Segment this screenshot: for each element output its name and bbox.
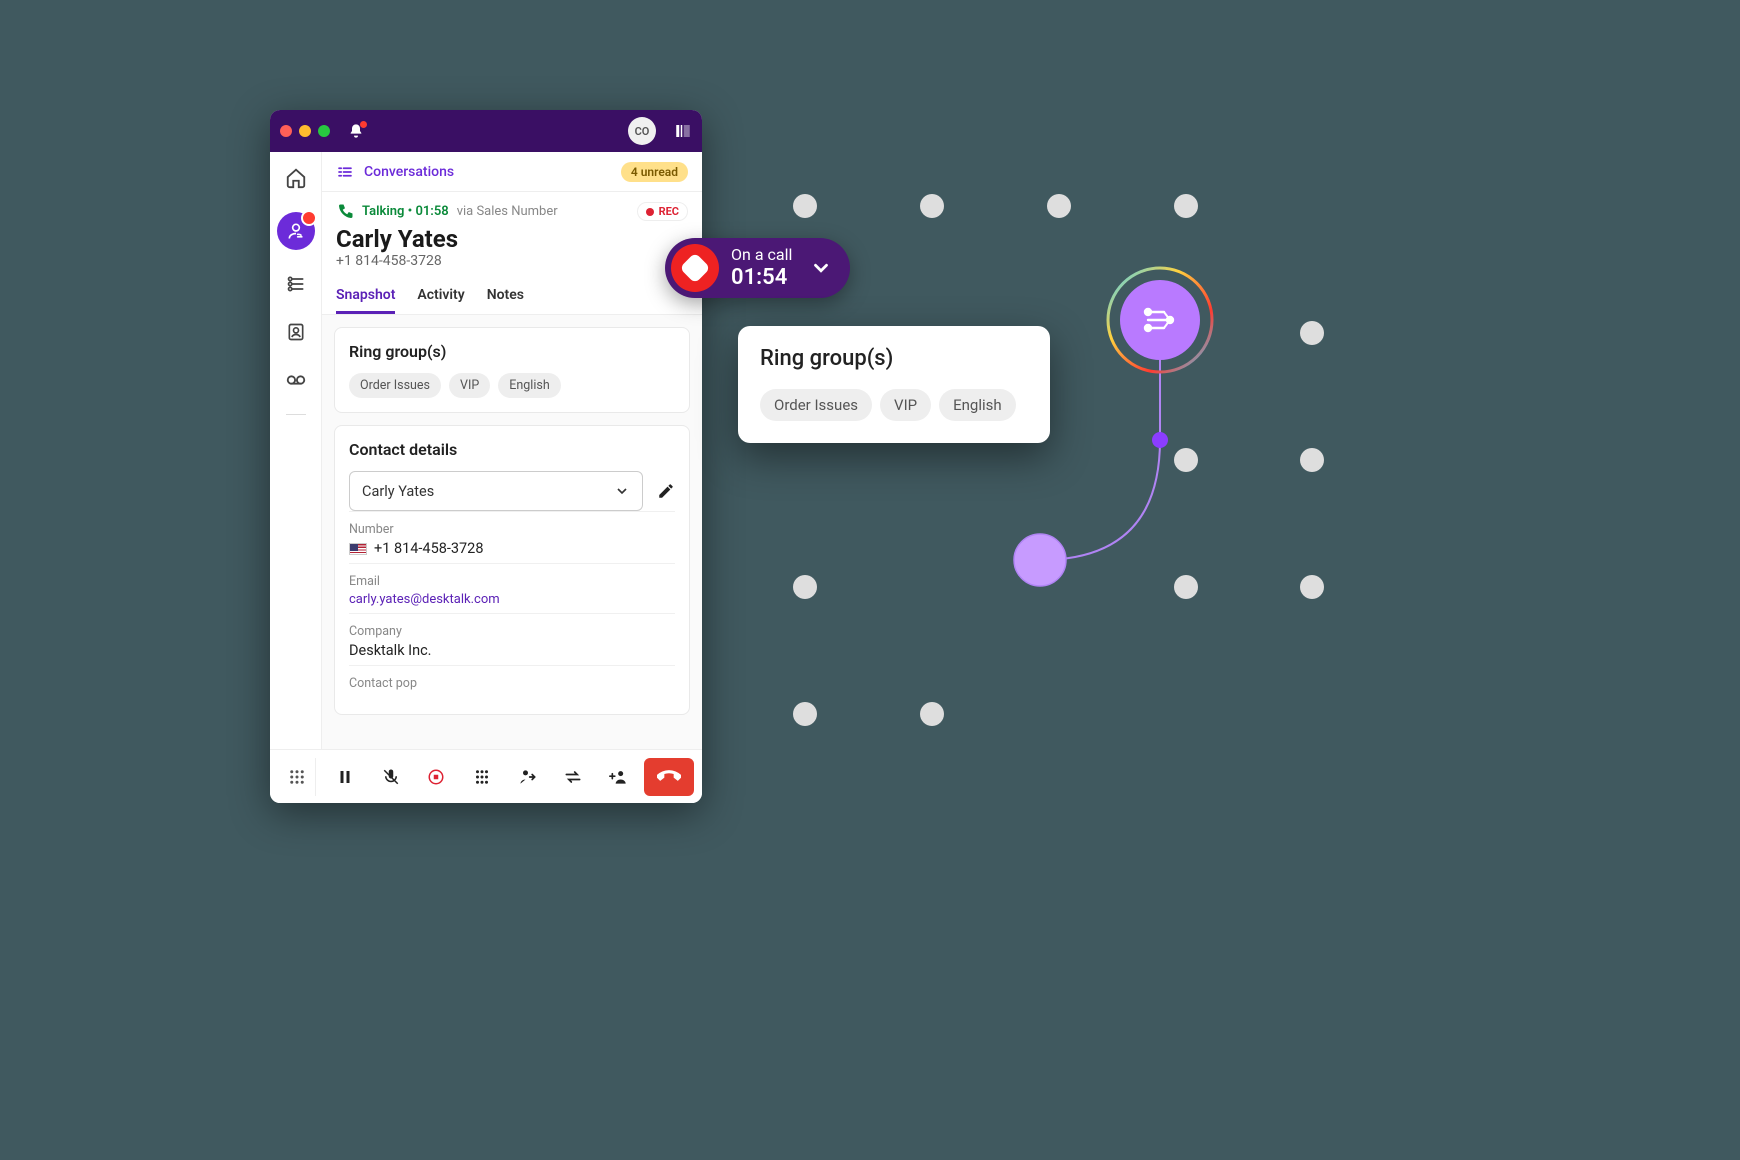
call-status-row: Talking • 01:58 via Sales Number REC	[322, 192, 702, 221]
unread-badge[interactable]: 4 unread	[621, 162, 688, 182]
ring-group-chip[interactable]: Order Issues	[760, 389, 872, 421]
decor-dot	[793, 575, 817, 599]
transfer-button[interactable]	[507, 758, 549, 796]
status-text: On a call 01:54	[731, 246, 792, 290]
decor-dot	[1047, 194, 1071, 218]
hold-button[interactable]	[324, 758, 366, 796]
us-flag-icon	[349, 543, 367, 555]
decor-dot	[920, 702, 944, 726]
recording-icon	[671, 244, 719, 292]
field-label: Company	[349, 624, 675, 639]
apps-grid-icon[interactable]	[278, 758, 316, 796]
contact-select[interactable]: Carly Yates	[349, 471, 643, 511]
minimize-icon[interactable]	[299, 125, 311, 137]
main-panel: Conversations 4 unread Talking • 01:58 v…	[322, 152, 702, 749]
contacts-icon[interactable]	[282, 318, 310, 346]
contact-phone: +1 814-458-3728	[322, 253, 702, 279]
field-company: Company Desktalk Inc.	[349, 613, 675, 665]
ring-group-chip[interactable]: English	[498, 373, 560, 398]
conversations-icon[interactable]	[277, 212, 315, 250]
voicemail-icon[interactable]	[282, 366, 310, 394]
contact-select-value: Carly Yates	[362, 483, 434, 500]
ring-groups-card: Ring group(s) Order Issues VIP English	[334, 327, 690, 413]
sidebar	[270, 152, 322, 749]
call-controls	[270, 749, 702, 803]
list-icon	[336, 163, 354, 181]
chevron-down-icon	[614, 483, 630, 499]
contact-details-card: Contact details Carly Yates	[334, 425, 690, 715]
field-label: Email	[349, 574, 675, 589]
decor-dot	[1300, 448, 1324, 472]
call-status-pill[interactable]: On a call 01:54	[665, 238, 850, 298]
maximize-icon[interactable]	[318, 125, 330, 137]
sidebar-divider	[286, 414, 306, 415]
recording-badge[interactable]: REC	[637, 202, 688, 221]
tab-snapshot[interactable]: Snapshot	[336, 279, 395, 314]
home-icon[interactable]	[282, 164, 310, 192]
swap-button[interactable]	[553, 758, 595, 796]
content-scroll[interactable]: Ring group(s) Order Issues VIP English C…	[322, 315, 702, 749]
decor-dot	[1300, 321, 1324, 345]
ring-group-chip[interactable]: Order Issues	[349, 373, 441, 398]
ring-groups-popout-title: Ring group(s)	[760, 346, 1028, 371]
decor-dot	[1174, 194, 1198, 218]
ring-group-chip[interactable]: English	[939, 389, 1016, 421]
tab-notes[interactable]: Notes	[487, 279, 524, 314]
tabs: Snapshot Activity Notes	[322, 279, 702, 315]
ring-group-chip[interactable]: VIP	[880, 389, 931, 421]
call-status: Talking • 01:58	[362, 204, 449, 219]
field-value: Desktalk Inc.	[349, 642, 675, 659]
notifications-icon[interactable]	[348, 123, 364, 139]
hangup-button[interactable]	[644, 758, 694, 796]
record-button[interactable]	[415, 758, 457, 796]
field-email: Email carly.yates@desktalk.com	[349, 563, 675, 613]
decor-dot	[793, 194, 817, 218]
decor-dot	[920, 194, 944, 218]
edit-icon[interactable]	[657, 482, 675, 500]
contact-details-title: Contact details	[349, 440, 675, 459]
close-icon[interactable]	[280, 125, 292, 137]
dialpad-button[interactable]	[461, 758, 503, 796]
field-label: Number	[349, 522, 675, 537]
field-label: Contact pop	[349, 676, 675, 691]
chevron-down-icon[interactable]	[810, 257, 832, 279]
app-window: CO	[270, 110, 702, 803]
conversations-label[interactable]: Conversations	[364, 164, 454, 180]
phone-icon	[336, 203, 354, 221]
record-dot-icon	[646, 208, 654, 216]
titlebar: CO	[270, 110, 702, 152]
contact-name: Carly Yates	[322, 221, 702, 253]
ring-group-chip[interactable]: VIP	[449, 373, 490, 398]
decor-graph	[1000, 250, 1300, 650]
window-controls[interactable]	[280, 125, 330, 137]
field-value: +1 814-458-3728	[349, 540, 675, 557]
field-value[interactable]: carly.yates@desktalk.com	[349, 592, 675, 607]
tab-activity[interactable]: Activity	[417, 279, 464, 314]
ring-groups-popout: Ring group(s) Order Issues VIP English	[738, 326, 1050, 443]
workflow-icon[interactable]	[282, 270, 310, 298]
conversations-bar: Conversations 4 unread	[322, 152, 702, 192]
ring-groups-title: Ring group(s)	[349, 342, 675, 361]
field-number: Number +1 814-458-3728	[349, 511, 675, 563]
decor-dot	[1300, 575, 1324, 599]
mute-button[interactable]	[370, 758, 412, 796]
user-avatar[interactable]: CO	[628, 117, 656, 145]
field-contact-pop: Contact pop	[349, 665, 675, 700]
decor-dot	[793, 702, 817, 726]
call-via: via Sales Number	[457, 204, 558, 219]
panel-toggle-icon[interactable]	[674, 122, 692, 140]
add-caller-button[interactable]	[598, 758, 640, 796]
